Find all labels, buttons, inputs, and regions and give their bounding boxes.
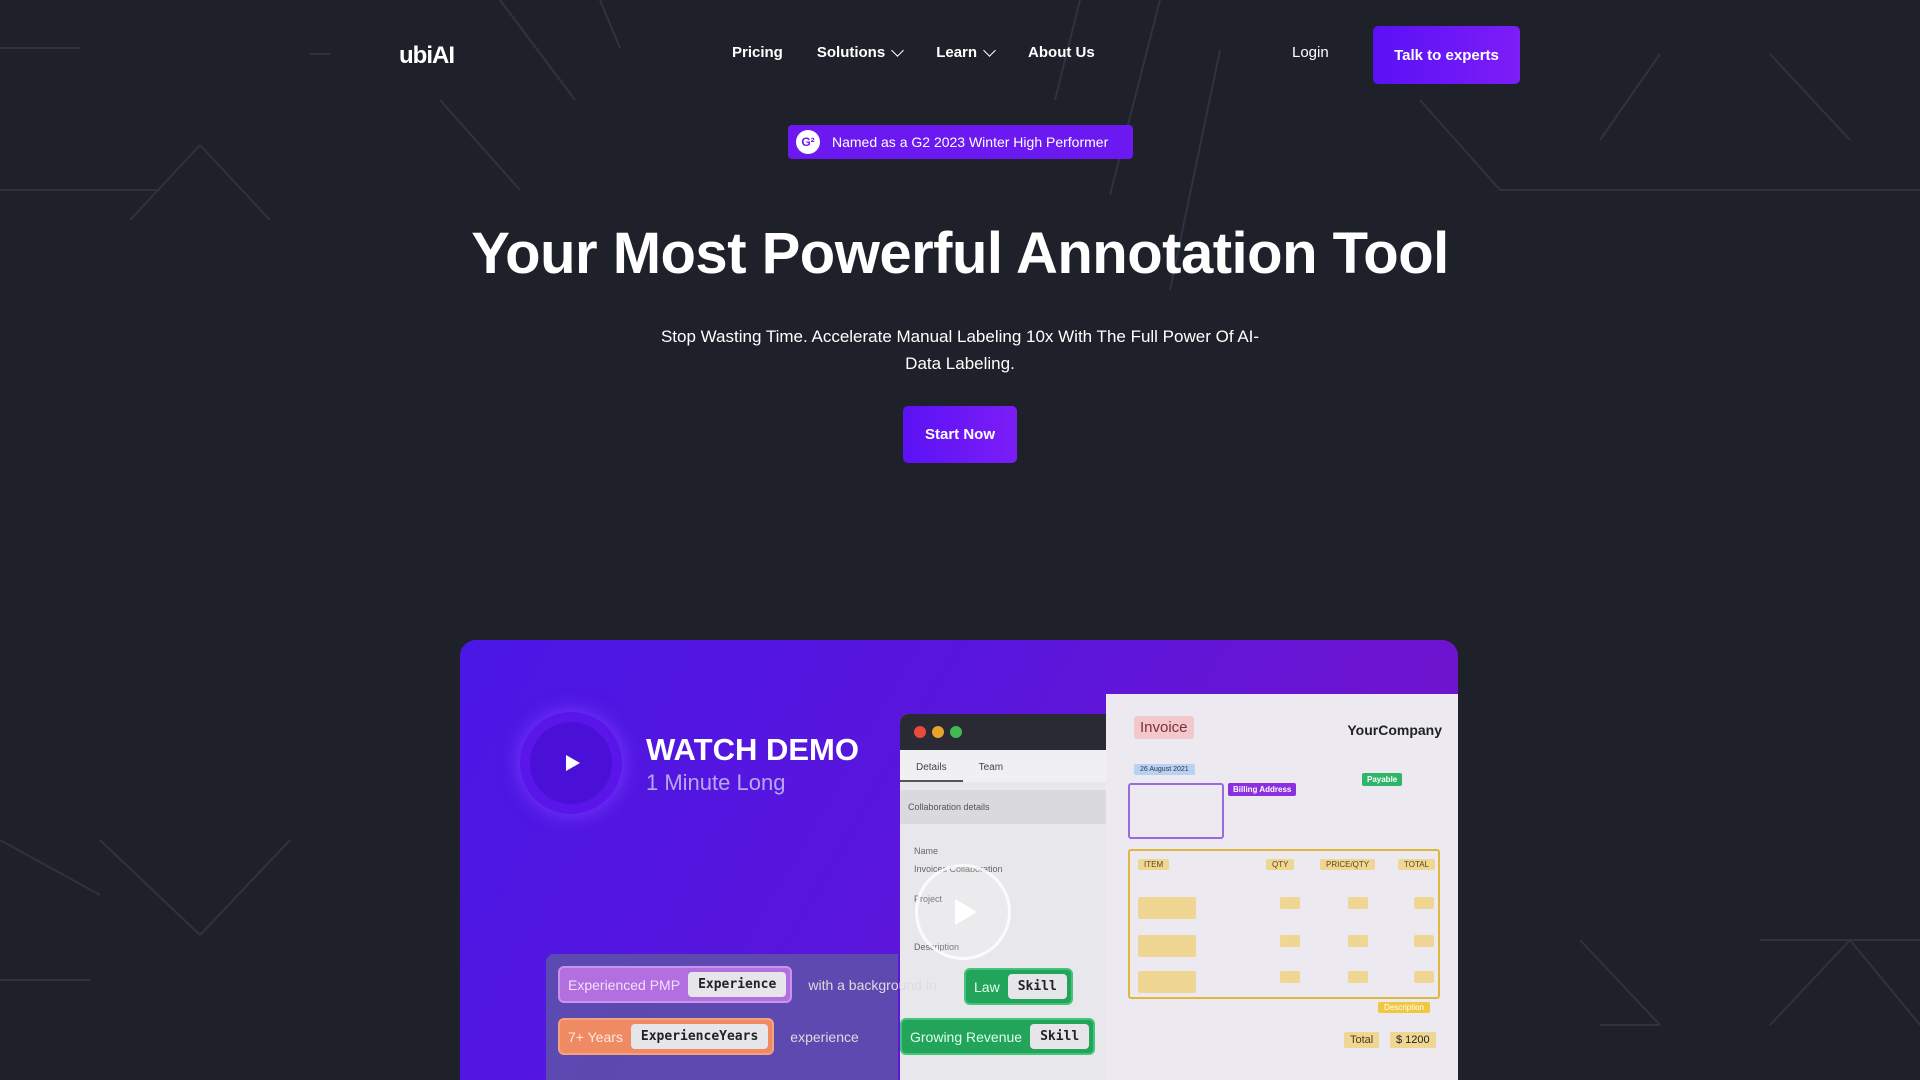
mock-section-title: Collaboration details: [900, 790, 1112, 824]
invoice-cell: [1138, 971, 1196, 993]
watch-demo-title: WATCH DEMO: [646, 732, 859, 767]
invoice-table: ITEM QTY PRICE/QTY TOTAL: [1128, 849, 1440, 999]
start-now-button[interactable]: Start Now: [903, 406, 1017, 463]
badge-text: Named as a G2 2023 Winter High Performer: [832, 134, 1109, 150]
annotation-growing-revenue: Growing Revenue Skill: [900, 1018, 1096, 1055]
g2-badge[interactable]: G² Named as a G2 2023 Winter High Perfor…: [788, 125, 1133, 159]
invoice-title: Invoice: [1134, 716, 1194, 739]
annotation-plain-text: with a background in: [808, 976, 937, 993]
demo-panel: WATCH DEMO 1 Minute Long Details Team Co…: [460, 640, 1458, 1080]
invoice-cell: [1414, 971, 1434, 983]
chevron-down-icon: [891, 43, 905, 57]
col-qty: QTY: [1266, 859, 1295, 870]
annotation-label: Experience: [688, 972, 787, 997]
annotation-law: Law Skill: [964, 968, 1073, 1005]
mock-tab-details: Details: [900, 750, 963, 782]
nav-learn[interactable]: Learn: [936, 43, 996, 61]
invoice-preview: Invoice YourCompany 26 August 2021 Billi…: [1106, 694, 1458, 1080]
chevron-down-icon: [983, 43, 996, 57]
mock-tabs: Details Team: [900, 750, 1112, 782]
annotation-years: 7+ Years ExperienceYears: [558, 1018, 775, 1055]
main-nav: Pricing Solutions Learn About Us: [732, 43, 1095, 61]
site-header: ubiAI Pricing Solutions Learn About Us L…: [0, 0, 1920, 108]
logo[interactable]: ubiAI: [399, 42, 455, 70]
annotation-row-2b: Growing Revenue Skill: [900, 1018, 1096, 1055]
invoice-cell: [1280, 971, 1300, 983]
invoice-cell: [1348, 935, 1368, 947]
video-play-button[interactable]: [915, 864, 1011, 960]
annotation-row-1b: Law Skill: [964, 968, 1073, 1005]
total-label: Total: [1344, 1032, 1380, 1048]
maximize-dot: [950, 726, 962, 738]
annotation-label: Skill: [1007, 974, 1067, 999]
annotation-row-1: Experienced PMP Experience with a backgr…: [558, 966, 937, 1003]
play-button-inner: [530, 722, 612, 804]
annotation-experience: Experienced PMP Experience: [558, 966, 793, 1003]
invoice-date: 26 August 2021: [1134, 764, 1195, 775]
invoice-cell: [1280, 935, 1300, 947]
annotation-label: Skill: [1030, 1024, 1090, 1049]
billing-tag: Billing Address: [1228, 783, 1297, 796]
window-titlebar: [900, 714, 1112, 750]
login-link[interactable]: Login: [1292, 44, 1329, 61]
mock-tab-team: Team: [978, 762, 1004, 773]
nav-pricing[interactable]: Pricing: [732, 44, 783, 61]
invoice-company: YourCompany: [1347, 722, 1442, 738]
payable-tag: Payable: [1362, 773, 1403, 786]
minimize-dot: [932, 726, 944, 738]
nav-about-us[interactable]: About Us: [1028, 44, 1095, 61]
talk-to-experts-button[interactable]: Talk to experts: [1373, 26, 1520, 84]
play-icon: [566, 755, 580, 771]
invoice-cell: [1138, 935, 1196, 957]
g2-icon: G²: [796, 130, 820, 154]
close-dot: [914, 726, 926, 738]
billing-box: [1128, 783, 1224, 839]
annotation-row-2: 7+ Years ExperienceYears experience: [558, 1018, 859, 1055]
invoice-cell: [1138, 897, 1196, 919]
hero-subtitle: Stop Wasting Time. Accelerate Manual Lab…: [660, 327, 1260, 373]
col-price: PRICE/QTY: [1320, 859, 1376, 870]
invoice-cell: [1348, 971, 1368, 983]
description-tag: Description: [1378, 1002, 1431, 1013]
nav-solutions[interactable]: Solutions: [817, 43, 905, 61]
col-item: ITEM: [1138, 859, 1170, 870]
hero-title: Your Most Powerful Annotation Tool: [471, 221, 1449, 286]
watch-demo-duration: 1 Minute Long: [646, 770, 786, 795]
play-icon: [955, 899, 977, 925]
invoice-cell: [1348, 897, 1368, 909]
total-value: $ 1200: [1390, 1032, 1436, 1048]
annotation-plain-text: experience: [790, 1028, 859, 1045]
col-total: TOTAL: [1398, 859, 1436, 870]
invoice-cell: [1414, 935, 1434, 947]
mock-field-label: Name: [914, 846, 939, 856]
watch-demo-button[interactable]: [520, 712, 622, 814]
invoice-cell: [1280, 897, 1300, 909]
invoice-cell: [1414, 897, 1434, 909]
annotation-label: ExperienceYears: [630, 1024, 769, 1049]
